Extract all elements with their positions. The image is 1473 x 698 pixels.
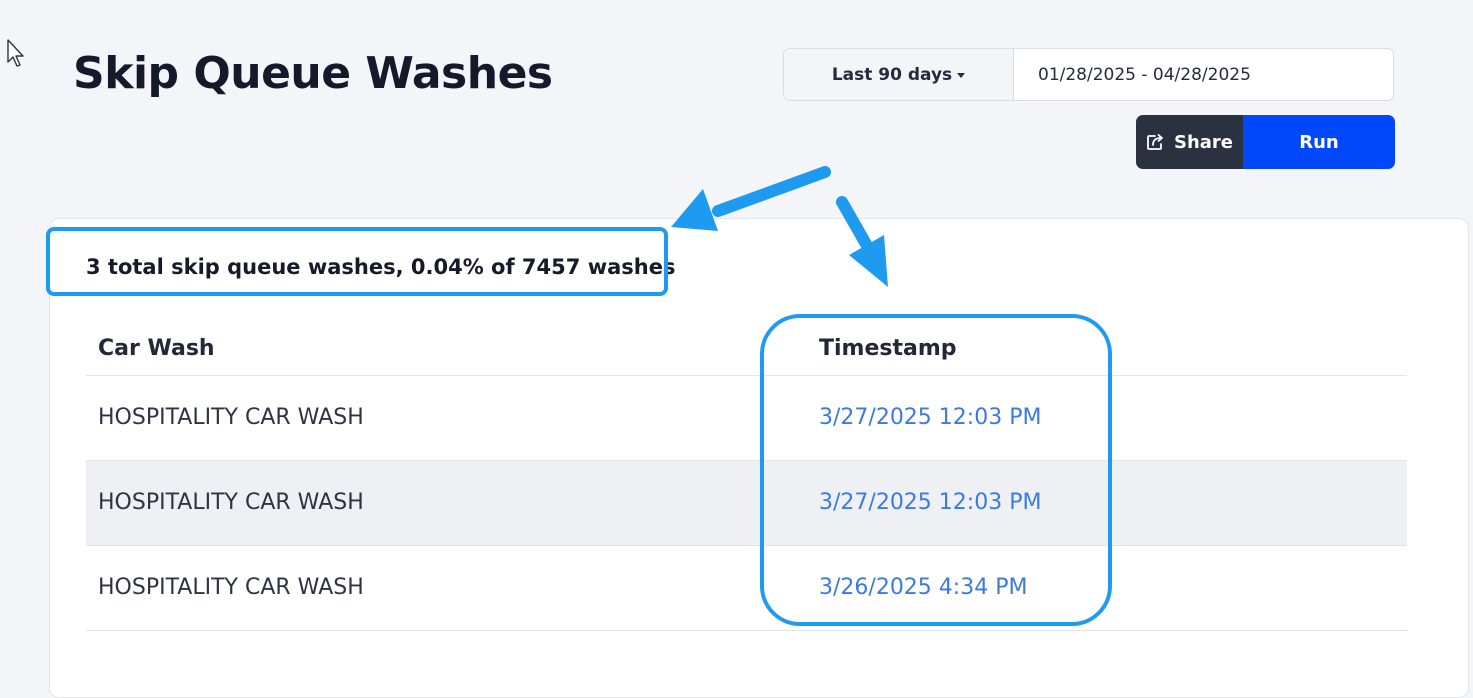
table-header: Car Wash Timestamp <box>86 322 1407 376</box>
run-button[interactable]: Run <box>1243 115 1395 169</box>
table-row: HOSPITALITY CAR WASH 3/27/2025 12:03 PM <box>86 376 1407 461</box>
car-wash-cell: HOSPITALITY CAR WASH <box>98 405 364 430</box>
table-row: HOSPITALITY CAR WASH 3/26/2025 4:34 PM <box>86 546 1407 631</box>
page-title: Skip Queue Washes <box>73 48 553 99</box>
results-table: Car Wash Timestamp HOSPITALITY CAR WASH … <box>86 322 1407 631</box>
action-button-group: Share Run <box>1136 115 1395 169</box>
column-header-car-wash: Car Wash <box>98 336 215 361</box>
share-button[interactable]: Share <box>1136 115 1243 169</box>
share-label: Share <box>1173 131 1233 153</box>
range-preset-label: Last 90 days <box>831 64 953 85</box>
annotation-highlight-timestamp <box>760 314 1112 626</box>
range-preset-dropdown[interactable]: Last 90 days <box>784 49 1014 100</box>
annotation-highlight-summary <box>46 227 668 296</box>
share-icon <box>1147 134 1163 150</box>
mouse-cursor-icon <box>7 39 24 67</box>
car-wash-cell: HOSPITALITY CAR WASH <box>98 490 364 515</box>
table-row: HOSPITALITY CAR WASH 3/27/2025 12:03 PM <box>86 461 1407 546</box>
caret-down-icon <box>957 73 966 78</box>
date-range-input[interactable] <box>1014 49 1393 100</box>
date-range-control: Last 90 days <box>783 48 1394 101</box>
car-wash-cell: HOSPITALITY CAR WASH <box>98 575 364 600</box>
